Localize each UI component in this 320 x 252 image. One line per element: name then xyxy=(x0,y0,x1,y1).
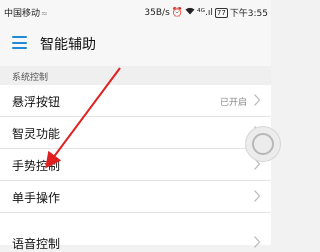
network-speed: 35B/s xyxy=(144,7,170,18)
wifi-icon xyxy=(185,7,195,18)
carrier-name: 中国移动≈ xyxy=(4,6,48,19)
clock: 下午3:55 xyxy=(229,9,268,19)
section-title: 系统控制 xyxy=(12,73,49,83)
list-item-one-hand[interactable]: 单手操作 xyxy=(0,181,271,213)
floating-ball-button[interactable] xyxy=(246,127,280,161)
alarm-icon: ⏰ xyxy=(171,7,183,18)
list-item-label: 悬浮按钮 xyxy=(12,95,61,109)
menu-icon[interactable] xyxy=(12,36,27,49)
list-item-label: 语音控制 xyxy=(12,237,61,251)
list-item-voice-control[interactable]: 语音控制 xyxy=(0,213,271,251)
list-item-label: 智灵功能 xyxy=(12,127,61,141)
wifi-calling-icon: ≈ xyxy=(41,9,48,18)
list-item-gesture-control[interactable]: 手势控制 xyxy=(0,149,271,181)
list-item-label: 手势控制 xyxy=(12,159,61,173)
chevron-right-icon xyxy=(254,236,261,248)
chevron-right-icon xyxy=(254,190,261,202)
list-item-smart-function[interactable]: 智灵功能 xyxy=(0,117,271,149)
app-bar: 智能辅助 xyxy=(0,22,271,66)
battery-icon: 77 xyxy=(214,7,228,18)
list-item-label: 单手操作 xyxy=(12,191,61,205)
list-item-value: 已开启 xyxy=(219,98,247,108)
status-bar: 中国移动≈ 35B/s ⏰ ⁴ᴳ.ıl 77 下午3:55 xyxy=(0,0,271,22)
page-title: 智能辅助 xyxy=(40,37,96,53)
signal-icon: ⁴ᴳ.ıl xyxy=(196,7,213,18)
carrier-label: 中国移动 xyxy=(4,9,41,19)
chevron-right-icon xyxy=(254,94,261,106)
list-item-floating-button[interactable]: 悬浮按钮 已开启 xyxy=(0,85,271,117)
section-header: 系统控制 xyxy=(0,66,271,85)
status-right: 35B/s ⏰ ⁴ᴳ.ıl 77 下午3:55 xyxy=(144,6,268,19)
